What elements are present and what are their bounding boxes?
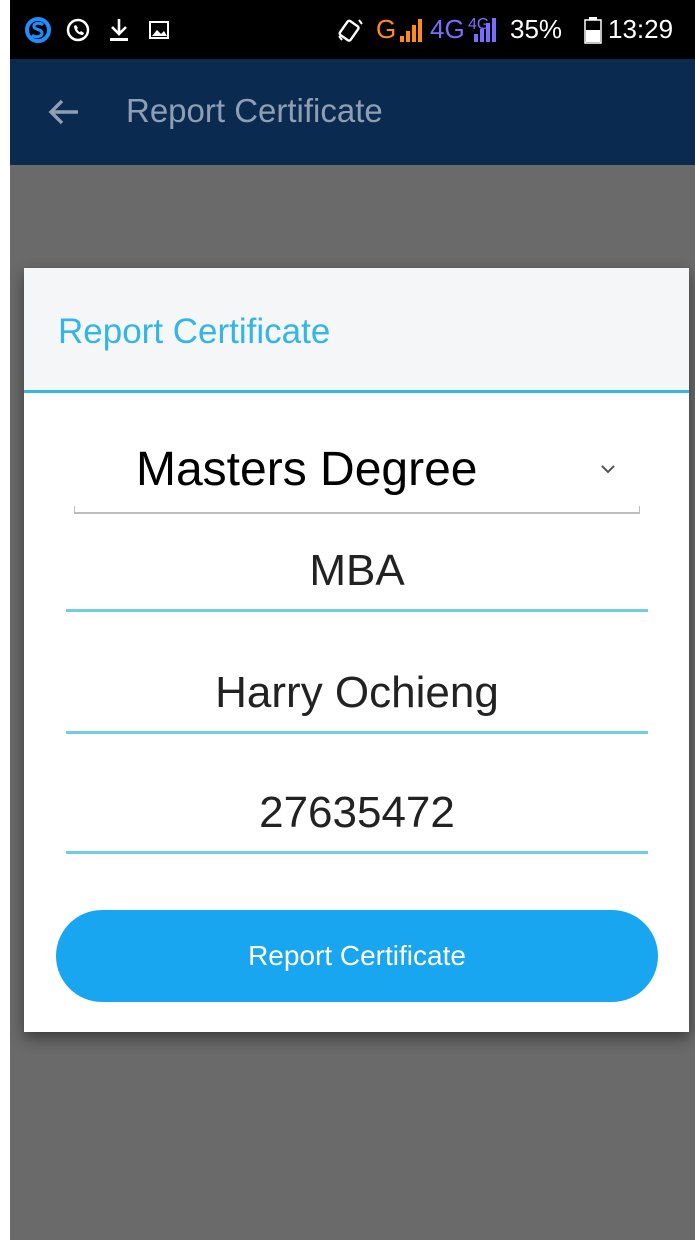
id-field[interactable]: 27635472 <box>66 784 648 854</box>
screen-edge <box>0 0 10 1240</box>
name-field[interactable]: Harry Ochieng <box>66 664 648 734</box>
report-certificate-button[interactable]: Report Certificate <box>56 910 658 1002</box>
network-4g-label: 4G <box>430 14 465 44</box>
download-icon <box>108 14 130 46</box>
signal-icon <box>398 14 426 46</box>
name-field-underline <box>66 731 648 734</box>
id-field-underline <box>66 851 648 854</box>
app-bar: Report Certificate <box>10 59 695 165</box>
status-bar: G 4G 4G 35% 13:29 <box>10 0 695 59</box>
name-field-value: Harry Ochieng <box>215 668 499 717</box>
chevron-down-icon <box>598 462 618 476</box>
degree-select-value: Masters Degree <box>136 443 478 496</box>
vibrate-icon <box>336 14 364 46</box>
image-icon <box>148 14 170 46</box>
dialog-header: Report Certificate <box>24 268 689 393</box>
skype-icon <box>24 14 52 46</box>
network-type-label: G <box>376 14 397 44</box>
signal-icon-2 <box>470 14 498 46</box>
dialog-title: Report Certificate <box>58 312 331 351</box>
report-certificate-dialog: Report Certificate Masters Degree MBA Ha… <box>24 268 689 1032</box>
course-field-underline <box>66 609 648 612</box>
degree-select-underline <box>74 506 640 514</box>
app-bar-title: Report Certificate <box>126 92 383 129</box>
back-arrow-icon[interactable] <box>46 94 82 130</box>
battery-icon <box>584 14 602 46</box>
id-field-value: 27635472 <box>259 788 455 837</box>
whatsapp-icon <box>65 14 91 46</box>
course-field[interactable]: MBA <box>66 542 648 612</box>
clock: 13:29 <box>608 14 674 44</box>
course-field-value: MBA <box>309 546 405 595</box>
degree-select[interactable]: Masters Degree <box>74 434 640 514</box>
phone-screen: G 4G 4G 35% 13:29 Report Certificate Rep… <box>10 0 695 1240</box>
battery-percent: 35% <box>510 14 563 44</box>
